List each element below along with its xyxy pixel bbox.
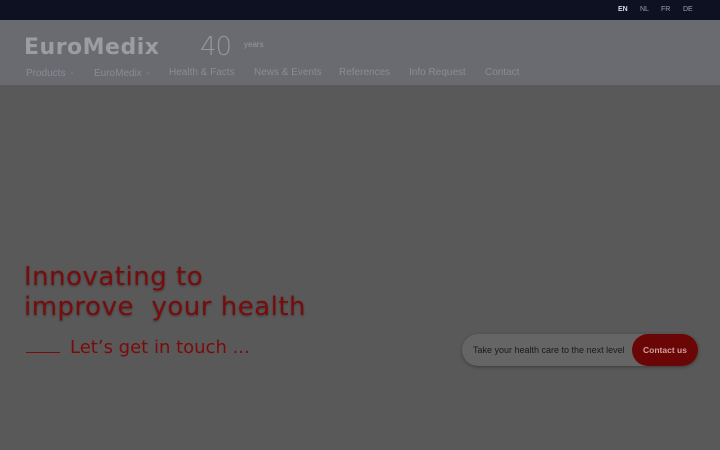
language-en[interactable]: EN: [618, 0, 628, 20]
language-de[interactable]: DE: [683, 0, 693, 20]
nav-item-contact[interactable]: Contact: [485, 66, 519, 80]
logo[interactable]: EuroMedix: [24, 37, 159, 59]
hero-title: Innovating to improve your health: [24, 262, 306, 322]
chevron-down-icon: ⌄: [69, 70, 75, 76]
cta-link[interactable]: Let’s get in touch ...: [70, 337, 250, 359]
hero-title-line-2: improve your health: [24, 292, 307, 322]
nav-item-label: EuroMedix: [94, 68, 142, 79]
nav-item-products[interactable]: Products ⌄: [26, 66, 75, 81]
contact-us-button[interactable]: Contact us: [632, 334, 698, 366]
nav-item-news-events[interactable]: News & Events: [254, 66, 322, 80]
cta-divider: [26, 352, 60, 353]
nav-item-info-request[interactable]: Info Request: [409, 66, 466, 80]
contact-pill-text: Take your health care to the next level: [473, 345, 625, 355]
nav-item-label: Products: [26, 68, 66, 79]
chevron-down-icon: ⌄: [145, 70, 151, 76]
nav-item-euromedix[interactable]: EuroMedix ⌄: [94, 66, 151, 81]
top-bar: EN NL FR DE: [0, 0, 720, 20]
nav-item-references[interactable]: References: [339, 66, 390, 80]
hero-title-line-1: Innovating to: [24, 262, 204, 292]
language-fr[interactable]: FR: [661, 0, 670, 20]
contact-pill: Take your health care to the next level …: [462, 334, 698, 366]
nav-item-health-facts[interactable]: Health & Facts: [169, 66, 235, 80]
anniversary-years: years: [244, 40, 264, 49]
language-nl[interactable]: NL: [640, 0, 649, 20]
anniversary-logo: 40: [200, 32, 232, 62]
